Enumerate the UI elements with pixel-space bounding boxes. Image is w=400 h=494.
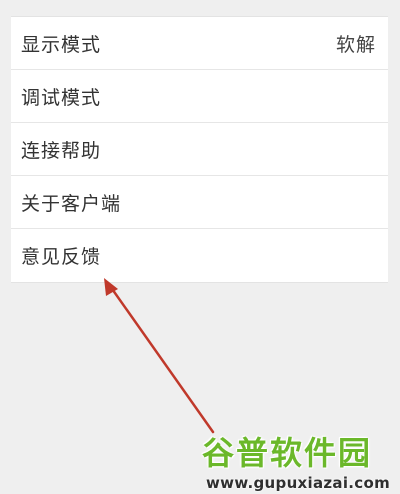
menu-item-about-client[interactable]: 关于客户端: [11, 176, 388, 229]
menu-item-label: 调试模式: [21, 86, 102, 109]
watermark-url: www.gupuxiazai.com: [206, 474, 391, 492]
menu-item-feedback[interactable]: 意见反馈: [11, 229, 388, 282]
menu-item-label: 显示模式: [21, 33, 102, 56]
settings-menu: 显示模式 软解 调试模式 连接帮助 关于客户端 意见反馈: [11, 16, 388, 283]
menu-item-label: 关于客户端: [21, 192, 122, 215]
watermark: 谷普软件园 www.gupuxiazai.com: [196, 424, 400, 494]
menu-item-value: 软解: [335, 33, 376, 56]
menu-item-display-mode[interactable]: 显示模式 软解: [11, 17, 388, 70]
menu-item-label: 连接帮助: [21, 139, 102, 162]
menu-item-connection-help[interactable]: 连接帮助: [11, 123, 388, 176]
menu-item-label: 意见反馈: [21, 246, 102, 268]
watermark-brand: 谷普软件园: [202, 434, 373, 472]
menu-item-debug-mode[interactable]: 调试模式: [11, 70, 388, 123]
arrow-shaft: [108, 284, 215, 434]
